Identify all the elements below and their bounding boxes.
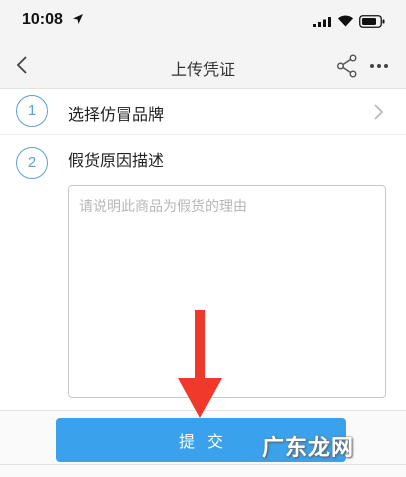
step-reason-description: 2 假货原因描述 — [0, 135, 406, 411]
step-number-badge: 2 — [16, 147, 48, 179]
more-icon — [370, 64, 388, 68]
divider — [0, 464, 406, 465]
battery-icon — [359, 15, 385, 28]
status-bar: 10:08 — [0, 0, 406, 44]
watermark: 广东龙网 — [262, 436, 355, 461]
location-arrow-icon — [73, 14, 83, 24]
step-select-brand[interactable]: 1 选择仿冒品牌 — [0, 89, 406, 135]
reason-input[interactable] — [68, 185, 386, 398]
step-label: 选择仿冒品牌 — [68, 105, 165, 124]
chevron-right-icon — [374, 104, 384, 120]
share-button[interactable] — [336, 54, 358, 78]
share-icon — [337, 54, 357, 78]
signal-icon — [313, 17, 331, 27]
more-button[interactable] — [369, 57, 389, 75]
status-time: 10:08 — [22, 11, 63, 28]
nav-bar: 上传凭证 — [0, 44, 406, 89]
wifi-icon — [338, 15, 353, 27]
step-number-badge: 1 — [16, 95, 48, 127]
step-label: 假货原因描述 — [68, 151, 165, 170]
